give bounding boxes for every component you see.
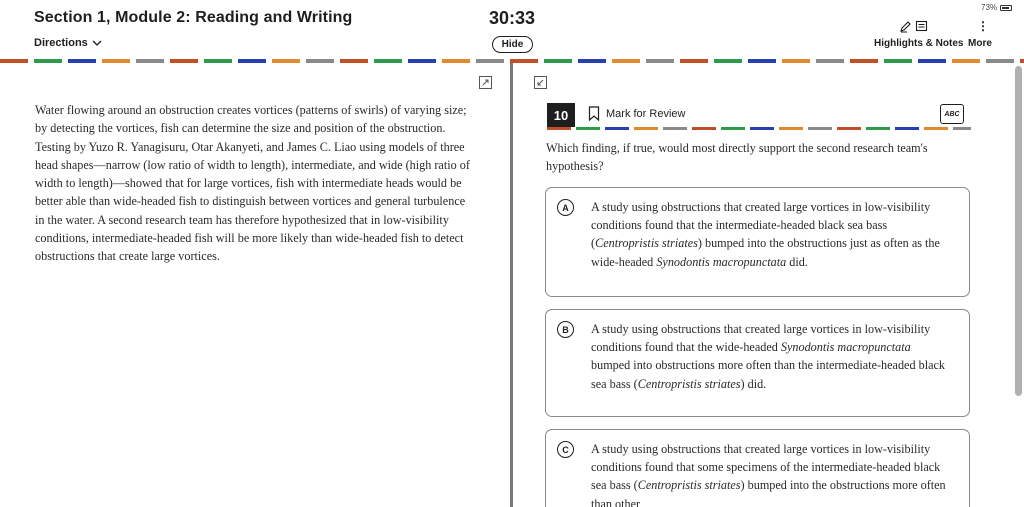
- countdown-timer: 30:33: [489, 8, 536, 28]
- dash-segment: [547, 127, 571, 130]
- dash-segment: [750, 127, 774, 130]
- hide-timer-button[interactable]: Hide: [492, 36, 533, 53]
- question-prompt: Which finding, if true, would most direc…: [546, 141, 928, 174]
- choice-text: A study using obstructions that created …: [591, 322, 946, 391]
- battery-percent: 73%: [981, 3, 998, 12]
- choice-text: A study using obstructions that created …: [591, 442, 946, 507]
- dash-segment: [837, 127, 861, 130]
- pen-icon: [900, 21, 911, 33]
- highlights-notes-icons[interactable]: [899, 20, 928, 33]
- choice-letter: C: [557, 441, 574, 458]
- scrollbar-thumb[interactable]: [1015, 66, 1022, 396]
- answer-choice-c[interactable]: C A study using obstructions that create…: [545, 429, 970, 507]
- dash-segment: [576, 127, 600, 130]
- choice-text: A study using obstructions that created …: [591, 200, 940, 269]
- question-dashed-divider: [547, 127, 971, 130]
- dash-segment: [692, 127, 716, 130]
- test-header: Section 1, Module 2: Reading and Writing…: [0, 0, 1024, 60]
- abc-strike-icon: ABC: [944, 110, 960, 118]
- expand-icon[interactable]: [534, 76, 547, 89]
- dash-segment: [895, 127, 919, 130]
- chevron-down-icon: [92, 40, 102, 46]
- choice-letter: A: [557, 199, 574, 216]
- answer-choice-a[interactable]: A A study using obstructions that create…: [545, 187, 970, 297]
- note-icon: [915, 20, 928, 32]
- expand-icon[interactable]: [479, 76, 492, 89]
- section-title: Section 1, Module 2: Reading and Writing: [34, 9, 353, 26]
- bookmark-icon: [588, 106, 600, 121]
- directions-label: Directions: [34, 37, 88, 49]
- highlights-notes-button[interactable]: Highlights & Notes: [874, 38, 963, 49]
- dash-segment: [721, 127, 745, 130]
- dash-segment: [808, 127, 832, 130]
- dash-segment: [663, 127, 687, 130]
- dash-segment: [605, 127, 629, 130]
- choice-letter: B: [557, 321, 574, 338]
- answer-choice-b[interactable]: B A study using obstructions that create…: [545, 309, 970, 417]
- battery-indicator: 73%: [981, 3, 1013, 12]
- battery-icon: [1000, 4, 1013, 11]
- dash-segment: [924, 127, 948, 130]
- directions-toggle[interactable]: Directions: [34, 37, 102, 49]
- more-button[interactable]: More: [968, 38, 992, 49]
- question-number: 10: [547, 103, 575, 127]
- more-dots-icon[interactable]: ⋮: [977, 20, 989, 32]
- dash-segment: [866, 127, 890, 130]
- dash-segment: [634, 127, 658, 130]
- dash-segment: [953, 127, 971, 130]
- passage-pane: Water flowing around an obstruction crea…: [0, 63, 510, 507]
- dash-segment: [779, 127, 803, 130]
- answer-eliminator-button[interactable]: ABC: [940, 104, 964, 124]
- passage-text: Water flowing around an obstruction crea…: [35, 103, 470, 264]
- question-pane: 10 Mark for Review ABC Which finding, if…: [513, 63, 1024, 507]
- mark-for-review-label: Mark for Review: [606, 107, 686, 120]
- mark-for-review-button[interactable]: Mark for Review: [588, 106, 685, 121]
